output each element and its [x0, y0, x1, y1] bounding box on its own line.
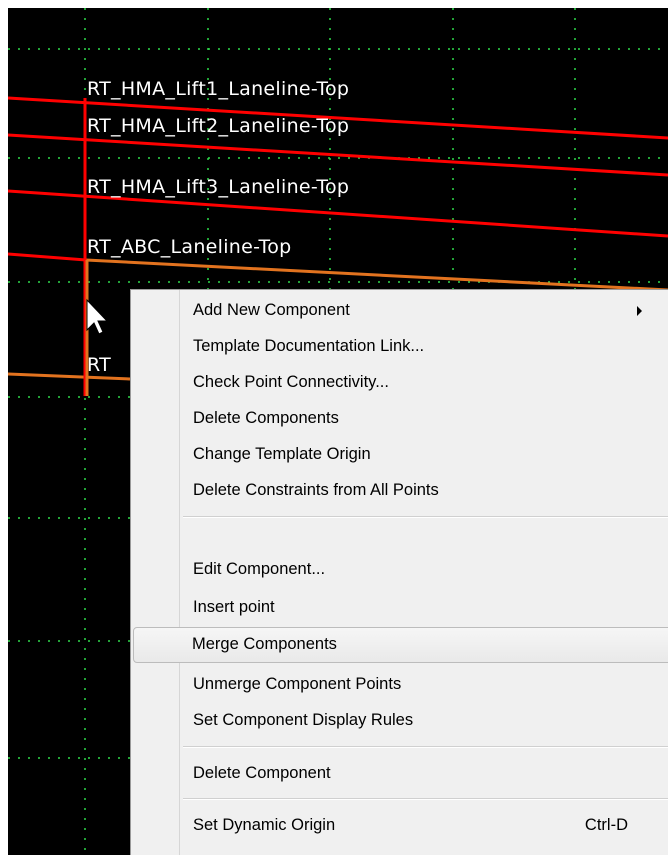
point-label-hma-lift3: RT_HMA_Lift3_Laneline-Top: [87, 176, 350, 198]
menu-separator: [183, 798, 668, 800]
menu-item-template-documentation-link[interactable]: Template Documentation Link...: [134, 329, 668, 365]
menu-item-add-new-component[interactable]: Add New Component: [134, 293, 668, 329]
component-line-abc: [8, 252, 87, 262]
menu-separator: [183, 746, 668, 748]
menu-item-merge-components[interactable]: Merge Components: [133, 627, 668, 663]
menu-item-label: Set Dynamic Origin: [193, 816, 336, 834]
menu-item-label: Set Component Display Rules: [193, 711, 414, 729]
menu-item-check-point-connectivity[interactable]: Check Point Connectivity...: [134, 365, 668, 401]
point-label-hma-lift1: RT_HMA_Lift1_Laneline-Top: [87, 78, 350, 100]
menu-item-label: Unmerge Component Points: [193, 675, 402, 693]
shortcut-label: Ctrl-D: [584, 816, 628, 834]
menu-item-label: Template Documentation Link...: [193, 337, 425, 355]
menu-item-delete-components[interactable]: Delete Components: [134, 401, 668, 437]
menu-item-label: Delete Constraints from All Points: [193, 481, 439, 499]
submenu-arrow-icon: [637, 306, 642, 316]
menu-item-label: Insert point: [193, 598, 275, 616]
component-line-abc-top: [85, 258, 668, 292]
menu-item-label: Add New Component: [193, 301, 350, 319]
point-label-partial: RT: [87, 354, 112, 376]
menu-item-set-component-display-rules[interactable]: Set Component Display Rules: [134, 703, 668, 739]
menu-item-label: Merge Components: [192, 635, 337, 653]
menu-item-insert-point[interactable]: Insert point: [134, 590, 668, 626]
point-label-abc: RT_ABC_Laneline-Top: [87, 236, 292, 258]
menu-item-delete-constraints[interactable]: Delete Constraints from All Points: [134, 473, 668, 509]
menu-item-label: Delete Components: [193, 409, 339, 427]
component-line-hma-lift2: [8, 133, 668, 177]
mouse-cursor-icon: [86, 298, 109, 335]
menu-item-delete-component[interactable]: Delete Component: [134, 756, 668, 792]
menu-item-label: Change Template Origin: [193, 445, 371, 463]
menu-separator: [183, 516, 668, 518]
component-line-lower: [8, 372, 131, 381]
point-label-hma-lift2: RT_HMA_Lift2_Laneline-Top: [87, 115, 350, 137]
menu-item-set-dynamic-origin[interactable]: Set Dynamic Origin Ctrl-D: [134, 808, 668, 844]
context-menu: Add New Component Template Documentation…: [130, 289, 668, 855]
menu-item-label: Delete Component: [193, 764, 331, 782]
menu-item-edit-component[interactable]: Edit Component...: [134, 552, 668, 588]
menu-item-label: Check Point Connectivity...: [193, 373, 389, 391]
menu-item-label: Edit Component...: [193, 560, 326, 578]
menu-item-change-template-origin[interactable]: Change Template Origin: [134, 437, 668, 473]
menu-item-unmerge-component-points[interactable]: Unmerge Component Points: [134, 667, 668, 703]
